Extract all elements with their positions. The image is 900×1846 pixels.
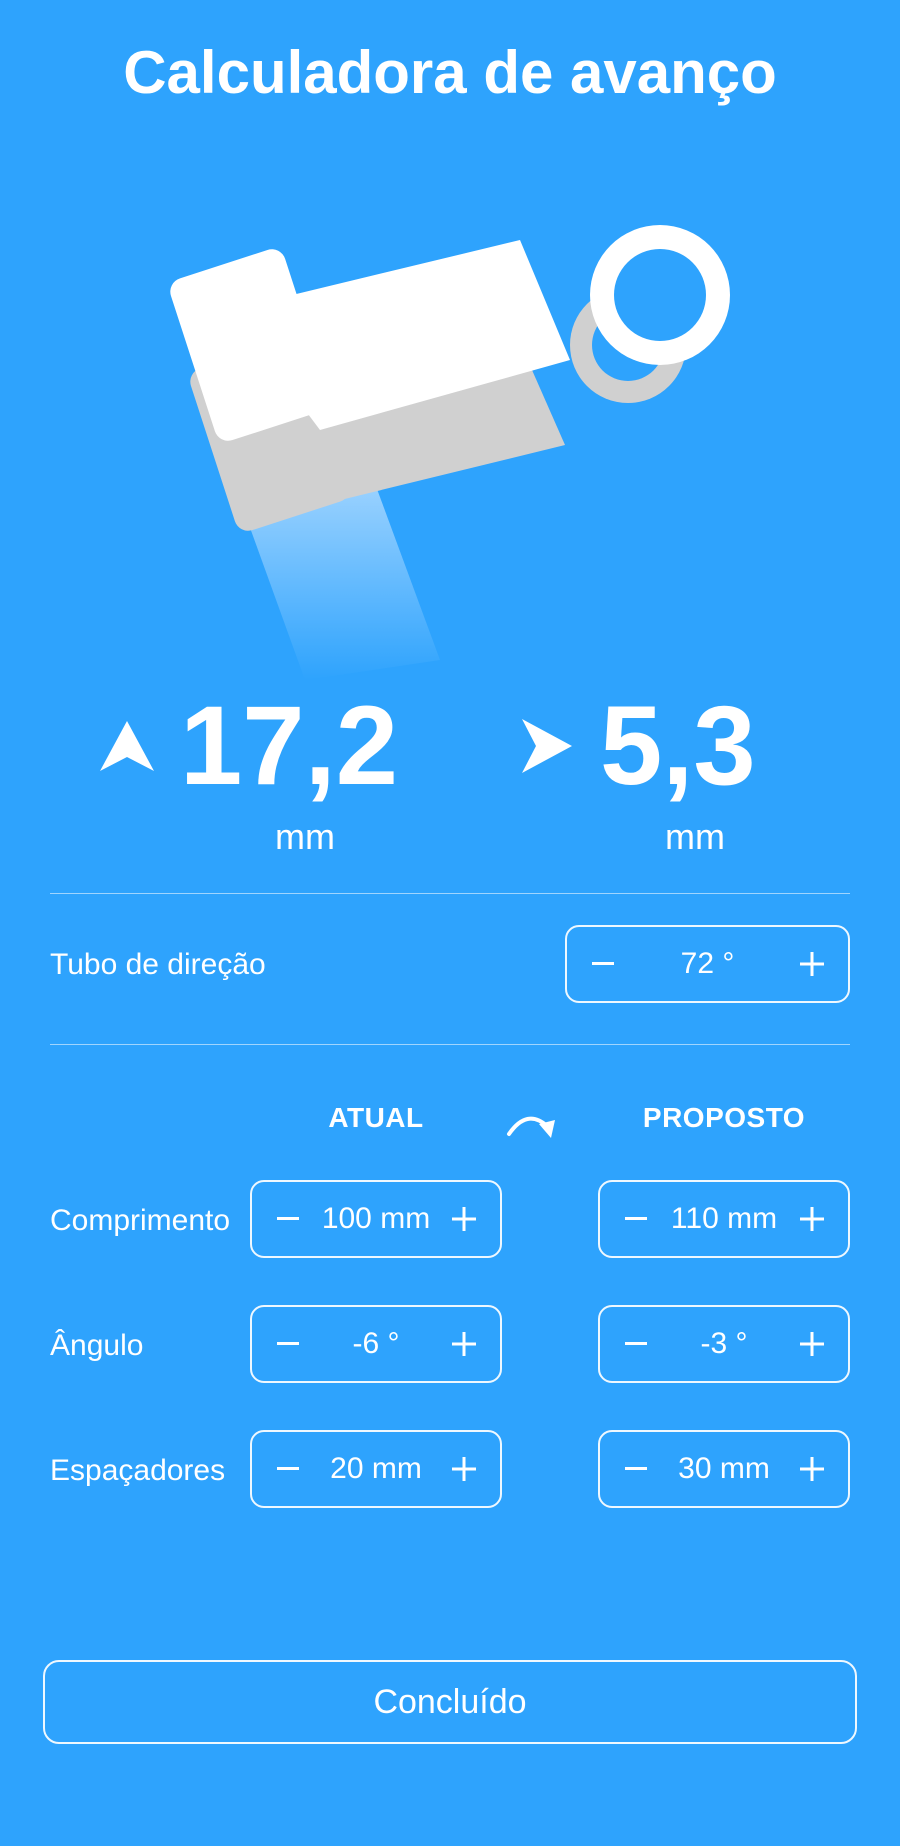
decrement-button[interactable] — [585, 946, 621, 982]
reach-result: 5,3 mm — [516, 690, 790, 870]
stack-unit: mm — [275, 816, 335, 857]
stack-value: 17,2 — [180, 683, 398, 808]
decrement-button[interactable] — [270, 1201, 306, 1237]
decrement-button[interactable] — [270, 1451, 306, 1487]
increment-button[interactable] — [794, 1201, 830, 1237]
spacers-proposed-stepper[interactable]: 30 mm — [598, 1430, 850, 1508]
stem-illustration — [170, 225, 730, 680]
arrow-up-icon — [96, 715, 158, 777]
divider — [50, 1044, 850, 1045]
angle-label: Ângulo — [50, 1329, 144, 1362]
length-current-stepper[interactable]: 100 mm — [250, 1180, 502, 1258]
increment-button[interactable] — [794, 1451, 830, 1487]
angle-proposed-stepper[interactable]: -3 ° — [598, 1305, 850, 1383]
decrement-button[interactable] — [618, 1451, 654, 1487]
page-title: Calculadora de avanço — [123, 39, 777, 106]
increment-button[interactable] — [446, 1451, 482, 1487]
reach-value: 5,3 — [600, 683, 756, 808]
current-column-header: ATUAL — [328, 1102, 424, 1133]
angle-current-stepper[interactable]: -6 ° — [250, 1305, 502, 1383]
increment-button[interactable] — [446, 1201, 482, 1237]
spacers-proposed-value: 30 mm — [678, 1452, 770, 1485]
reach-unit: mm — [665, 816, 725, 857]
head-tube-stepper[interactable]: 72 ° — [565, 925, 850, 1003]
angle-current-value: -6 ° — [352, 1327, 400, 1360]
increment-button[interactable] — [446, 1326, 482, 1362]
rotate-arrow-icon — [505, 1102, 557, 1142]
decrement-button[interactable] — [270, 1326, 306, 1362]
spacers-current-stepper[interactable]: 20 mm — [250, 1430, 502, 1508]
increment-button[interactable] — [794, 1326, 830, 1362]
decrement-button[interactable] — [618, 1201, 654, 1237]
spacers-current-value: 20 mm — [330, 1452, 422, 1485]
divider — [50, 893, 850, 894]
done-button[interactable]: Concluído — [43, 1660, 857, 1744]
head-tube-value: 72 ° — [680, 947, 735, 980]
length-proposed-value: 110 mm — [670, 1202, 778, 1235]
length-label: Comprimento — [50, 1204, 231, 1237]
length-proposed-stepper[interactable]: 110 mm — [598, 1180, 850, 1258]
stack-result: 17,2 mm — [96, 690, 430, 870]
decrement-button[interactable] — [618, 1326, 654, 1362]
increment-button[interactable] — [794, 946, 830, 982]
spacers-label: Espaçadores — [50, 1454, 226, 1487]
arrow-right-icon — [516, 715, 578, 777]
proposed-column-header: PROPOSTO — [642, 1102, 806, 1133]
length-current-value: 100 mm — [321, 1202, 431, 1235]
angle-proposed-value: -3 ° — [700, 1327, 748, 1360]
head-tube-label: Tubo de direção — [50, 948, 266, 981]
